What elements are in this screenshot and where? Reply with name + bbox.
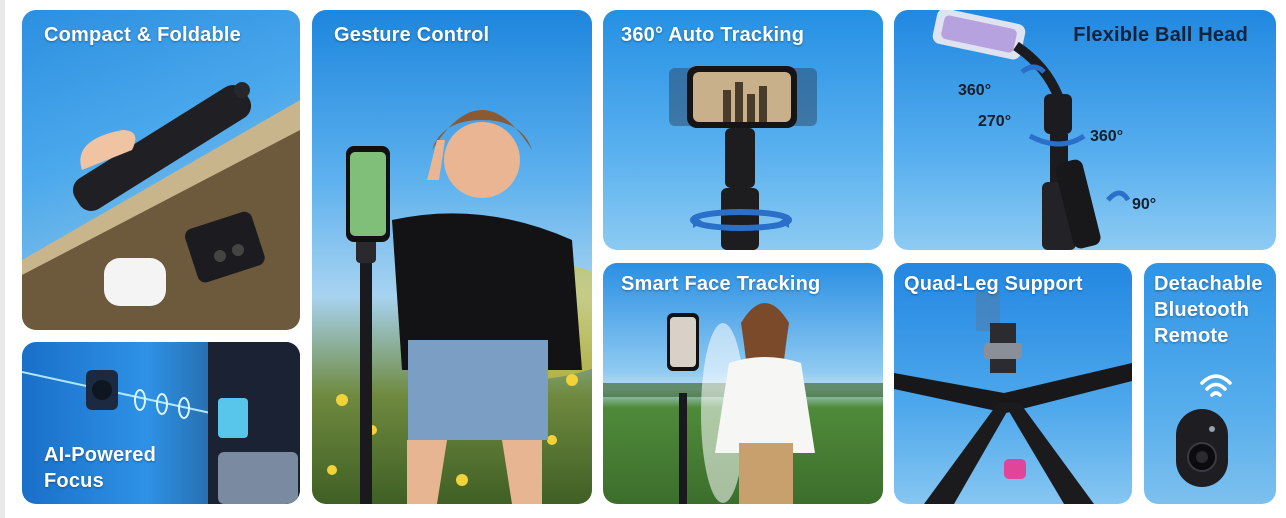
tile-title: Smart Face Tracking (621, 273, 821, 295)
tile-title: Flexible Ball Head (1073, 24, 1248, 46)
face-tracking-illustration (603, 303, 883, 504)
gesture-control-illustration (327, 110, 592, 504)
tile-ai-focus[interactable]: AI-Powered Focus (22, 342, 300, 504)
tile-title: Compact & Foldable (44, 24, 241, 46)
tile-auto-tracking[interactable]: 360° Auto Tracking (603, 10, 883, 250)
tile-quad-leg[interactable]: Quad-Leg Support (894, 263, 1132, 504)
tile-gesture-control[interactable]: Gesture Control (312, 10, 592, 504)
angle-label-pan-top: 360° (958, 82, 992, 99)
tile-title: Quad-Leg Support (904, 273, 1083, 295)
angle-label-tilt: 270° (978, 113, 1012, 130)
quad-leg-illustration (894, 291, 1132, 504)
tile-ball-head[interactable]: Flexible Ball Head 360° 270° 360° 90° (894, 10, 1276, 250)
angle-label-pan-mid: 360° (1090, 128, 1124, 145)
compact-foldable-illustration (22, 82, 300, 330)
remote-control-icon (1176, 409, 1228, 487)
tile-title: AI-Powered Focus (44, 444, 157, 492)
tile-title: 360° Auto Tracking (621, 24, 805, 46)
wifi-signal-icon (1200, 374, 1232, 397)
tile-compact-foldable[interactable]: Compact & Foldable (22, 10, 300, 330)
tile-face-tracking[interactable]: Smart Face Tracking (603, 263, 883, 504)
angle-label-rotate: 90° (1132, 196, 1157, 213)
tile-title: Gesture Control (334, 24, 490, 46)
tile-title: Detachable Bluetooth Remote (1154, 273, 1263, 347)
tile-bluetooth-remote[interactable]: Detachable Bluetooth Remote (1144, 263, 1276, 504)
page-left-border (0, 0, 5, 518)
